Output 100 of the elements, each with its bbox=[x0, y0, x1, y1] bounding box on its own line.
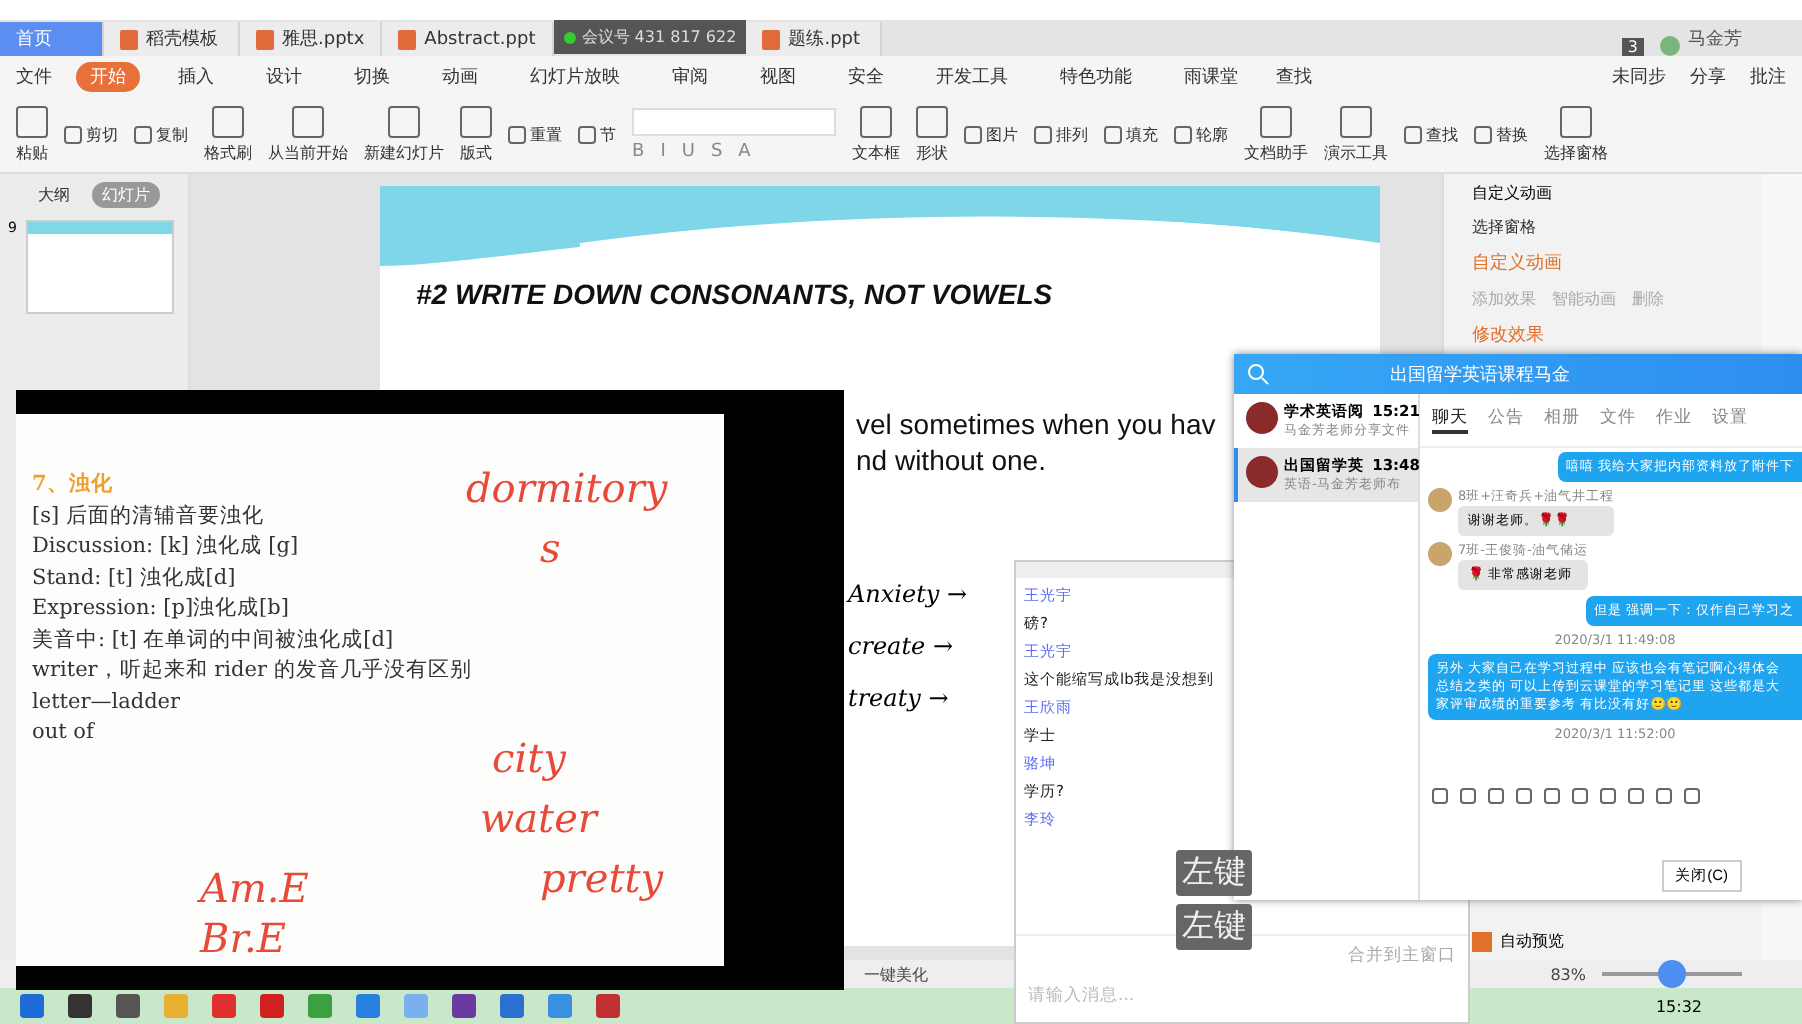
file-icon bbox=[120, 29, 138, 49]
menu-tab[interactable]: 特色功能 bbox=[1046, 61, 1146, 91]
ribbon-button[interactable]: 填充 bbox=[1104, 123, 1158, 145]
ribbon-button[interactable]: 新建幻灯片 bbox=[364, 105, 444, 163]
clock: 15:32 bbox=[1655, 997, 1702, 1015]
whiteboard-heading: 7、浊化 bbox=[32, 470, 113, 500]
menu-tab[interactable]: 设计 bbox=[252, 61, 316, 91]
taskbar-app-icon[interactable] bbox=[212, 994, 236, 1018]
search-menu[interactable]: 查找 bbox=[1276, 63, 1312, 89]
file-icon bbox=[256, 29, 274, 49]
menu-tab[interactable]: 开发工具 bbox=[922, 61, 1022, 91]
tool-icon bbox=[292, 105, 324, 137]
tool-icon bbox=[964, 125, 982, 143]
toolbar-action[interactable]: 分享 bbox=[1690, 63, 1726, 89]
document-tab[interactable]: 雅思.pptx bbox=[240, 22, 383, 56]
document-tab[interactable]: 稻壳模板 bbox=[104, 22, 240, 56]
ribbon-button[interactable]: 演示工具 bbox=[1324, 105, 1388, 163]
handwritten-note: treaty → bbox=[848, 684, 951, 712]
ribbon-button[interactable]: 文本框 bbox=[852, 105, 900, 163]
whiteboard-line: Expression: [p]浊化成[b] bbox=[32, 594, 289, 624]
slider-thumb[interactable] bbox=[1658, 960, 1686, 988]
font-field[interactable] bbox=[632, 107, 836, 135]
taskbar-app-icon[interactable] bbox=[68, 994, 92, 1018]
key-hint: 左键 bbox=[1176, 904, 1252, 950]
whiteboard-line: 美音中: [t] 在单词的中间被浊化成[d] bbox=[32, 625, 394, 655]
user-avatar bbox=[1428, 488, 1452, 512]
handwritten-word: s bbox=[540, 534, 561, 565]
toolbar-action[interactable]: 未同步 bbox=[1612, 63, 1666, 89]
taskbar-app-icon[interactable] bbox=[116, 994, 140, 1018]
taskbar-app-icon[interactable] bbox=[596, 994, 620, 1018]
tool-icon bbox=[916, 105, 948, 137]
ribbon-button[interactable]: 选择窗格 bbox=[1544, 105, 1608, 163]
menu-tab[interactable]: 切换 bbox=[340, 61, 404, 91]
tool-icon bbox=[1404, 125, 1422, 143]
taskbar-app-icon[interactable] bbox=[452, 994, 476, 1018]
menu-tab[interactable]: 雨课堂 bbox=[1170, 61, 1252, 91]
document-tab[interactable]: Abstract.ppt bbox=[382, 22, 554, 56]
tool-icon bbox=[1104, 125, 1122, 143]
handwritten-note: Anxiety → bbox=[848, 580, 970, 608]
group-avatar bbox=[1246, 402, 1278, 434]
ribbon-button[interactable]: 从当前开始 bbox=[268, 105, 348, 163]
menu-tab[interactable]: 插入 bbox=[164, 61, 228, 91]
user-avatar bbox=[1428, 542, 1452, 566]
menu-tab[interactable]: 审阅 bbox=[658, 61, 722, 91]
checkbox[interactable] bbox=[1472, 931, 1492, 951]
ribbon-button[interactable]: 查找 bbox=[1404, 123, 1458, 145]
ribbon-button[interactable]: 粘贴 bbox=[16, 105, 48, 163]
slide-thumbnail[interactable] bbox=[26, 220, 175, 314]
ribbon-button[interactable]: 重置 bbox=[508, 123, 562, 145]
ribbon-button[interactable]: 图片 bbox=[964, 123, 1018, 145]
beautify-button[interactable]: 一键美化 bbox=[864, 963, 928, 985]
pane-title: 自定义动画 bbox=[1472, 182, 1554, 204]
menu-tab[interactable]: 视图 bbox=[746, 61, 810, 91]
chat-tab[interactable]: 设置 bbox=[1712, 406, 1748, 434]
ribbon-button[interactable]: 轮廓 bbox=[1174, 123, 1228, 145]
whiteboard-line: Discussion: [k] 浊化成 [g] bbox=[32, 532, 299, 562]
menu-tab[interactable]: 动画 bbox=[428, 61, 492, 91]
search-icon[interactable] bbox=[1246, 362, 1270, 386]
toolbar-action[interactable]: 批注 bbox=[1750, 63, 1786, 89]
checkbox-label: 自动预览 bbox=[1500, 930, 1564, 952]
file-menu[interactable]: 文件 bbox=[16, 63, 52, 89]
tool-icon bbox=[388, 105, 420, 137]
chat-tab[interactable]: 作业 bbox=[1656, 406, 1692, 434]
tool-icon bbox=[508, 125, 526, 143]
ribbon-button[interactable]: 替换 bbox=[1474, 123, 1528, 145]
pane-item[interactable]: 选择窗格 bbox=[1472, 216, 1746, 238]
handwritten-word: Br.E bbox=[200, 924, 287, 955]
tool-icon bbox=[212, 105, 244, 137]
taskbar-app-icon[interactable] bbox=[260, 994, 284, 1018]
ribbon-button[interactable]: 版式 bbox=[460, 105, 492, 163]
chat-tab[interactable]: 相册 bbox=[1544, 406, 1580, 434]
slide-text: nd without one. bbox=[856, 442, 1046, 478]
handwritten-note: create → bbox=[848, 632, 956, 660]
chat-tab[interactable]: 公告 bbox=[1488, 406, 1524, 434]
ribbon-button[interactable]: 格式刷 bbox=[204, 105, 252, 163]
taskbar-app-icon[interactable] bbox=[20, 994, 44, 1018]
user-name[interactable]: 马金芳 bbox=[1688, 26, 1742, 52]
document-tab[interactable]: 题练.ppt bbox=[746, 22, 883, 56]
menu-tab[interactable]: 幻灯片放映 bbox=[516, 61, 634, 91]
chat-tab[interactable]: 聊天 bbox=[1432, 406, 1468, 434]
taskbar-app-icon[interactable] bbox=[500, 994, 524, 1018]
ribbon-button[interactable]: 剪切 bbox=[64, 123, 118, 145]
chat-tab[interactable]: 文件 bbox=[1600, 406, 1636, 434]
pane-item: 修改效果 bbox=[1472, 323, 1546, 348]
chat-title: 出国留学英语课程马金 bbox=[1390, 363, 1570, 387]
panel-tab[interactable]: 大纲 bbox=[28, 182, 80, 208]
ribbon-button[interactable]: 形状 bbox=[916, 105, 948, 163]
ribbon-button[interactable]: 文档助手 bbox=[1244, 105, 1308, 163]
tool-icon bbox=[134, 125, 152, 143]
tool-icon bbox=[1474, 125, 1492, 143]
slide-title: #2 WRITE DOWN CONSONANTS, NOT VOWELS bbox=[414, 276, 1055, 314]
window-count[interactable]: 3 bbox=[1621, 38, 1644, 56]
ribbon-button[interactable]: 排列 bbox=[1034, 123, 1088, 145]
meeting-badge: 会议号 431 817 622 bbox=[553, 20, 747, 54]
taskbar-app-icon[interactable] bbox=[356, 994, 380, 1018]
ribbon-button[interactable]: 复制 bbox=[134, 123, 188, 145]
zoom-reading: 83% bbox=[1550, 965, 1586, 983]
avatar-icon bbox=[1660, 36, 1680, 56]
menu-tab[interactable]: 安全 bbox=[834, 61, 898, 91]
ribbon-button[interactable]: 节 bbox=[578, 123, 616, 145]
